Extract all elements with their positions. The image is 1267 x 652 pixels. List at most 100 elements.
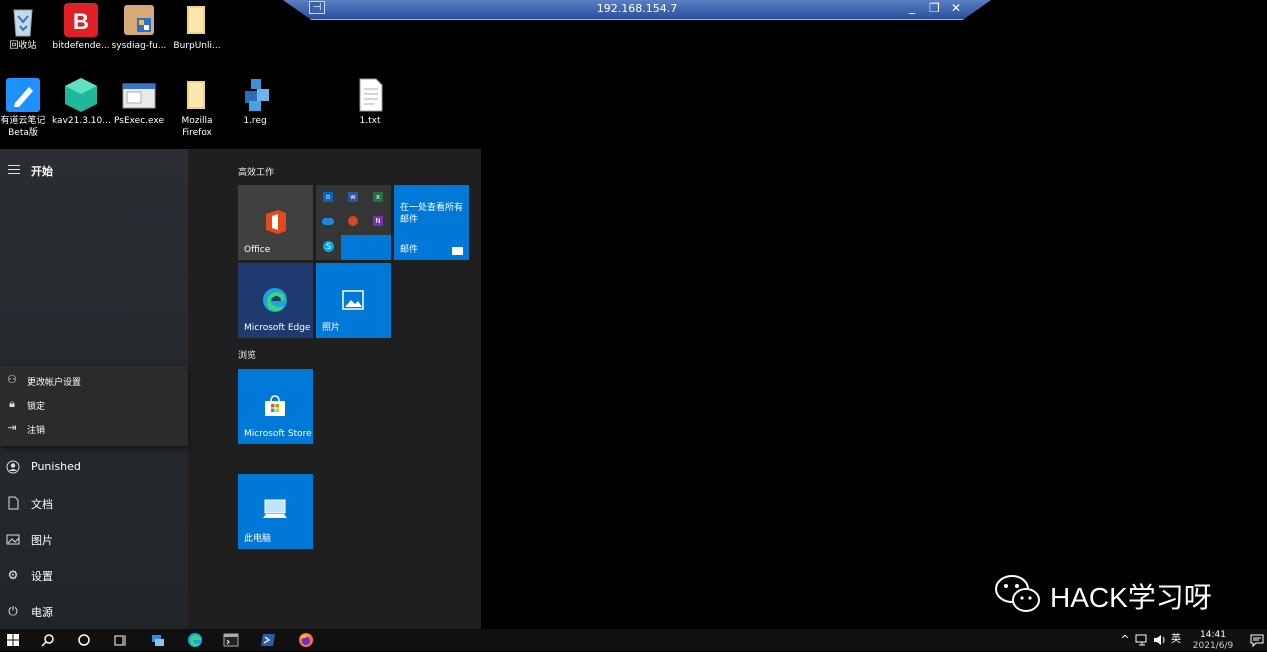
desktop-icon-label: Beta版 [8,128,38,138]
tile-photos[interactable]: 照片 [316,263,391,338]
desktop-icon-label: 回收站 [9,41,37,51]
onenote-icon: N [373,216,383,226]
store-icon [263,395,287,420]
desktop-icon-youdao[interactable]: 有道云笔记 Beta版 [0,77,52,139]
tile-mail[interactable]: 在一处查看所有邮件 邮件 [394,185,469,260]
onedrive-icon [322,218,334,225]
tile-label: 邮件 [400,245,419,255]
watermark: HACK学习呀 [994,572,1234,616]
rail-label: 设置 [31,570,53,583]
desktop-icon-label: 1.txt [359,116,381,126]
desktop-icon-recycle-bin[interactable]: 回收站 [0,2,52,52]
desktop-icon-bitdefender[interactable]: B bitdefende... [52,2,110,52]
note-app-icon [5,77,41,113]
cortana-icon[interactable] [75,632,93,648]
desktop-icon-label: BurpUnli... [173,41,221,51]
rail-item-pictures[interactable]: 图片 [0,524,188,554]
search-icon[interactable] [39,632,57,648]
desktop-icon-label: bitdefende... [52,41,110,51]
input-method[interactable]: 英 [1167,632,1185,648]
desktop-icon-firefox-folder[interactable]: Mozilla Firefox [168,77,226,139]
desktop-icon-label: 有道云笔记 [0,116,46,126]
lock-item[interactable]: 🔒︎ 锁定 [0,394,188,416]
hamburger-icon[interactable] [8,165,20,174]
tile-label: 此电脑 [244,534,272,544]
user-settings-icon: ⚇ [7,373,17,386]
edge-taskbar-icon[interactable] [186,632,204,648]
recycle-bin-icon [5,2,41,38]
tile-label: Microsoft Store [244,429,312,439]
rail-label: 电源 [31,606,53,619]
notification-icon[interactable] [1248,632,1266,648]
account-menu: ⚇ 更改帐户设置 🔒︎ 锁定 ⇥ 注销 [0,366,188,446]
lock-icon: 🔒︎ [9,397,15,410]
powerpoint-icon [348,216,358,226]
desktop-icon-label: 1.reg [243,116,267,126]
computer-icon [262,498,288,523]
desktop-icon-psexec[interactable]: PsExec.exe [110,77,168,127]
mail-message: 在一处查看所有邮件 [400,203,464,225]
registry-icon [237,77,273,113]
firefox-icon[interactable] [297,632,315,648]
tile-label: 照片 [322,323,341,333]
remote-desktop-bar: ⊣ 192.168.154.7 _ ❐ ✕ [283,0,991,20]
sign-out-item[interactable]: ⇥ 注销 [0,418,188,440]
rail-item-power[interactable]: ⏻ 电源 [0,596,188,626]
word-icon: w [348,192,358,202]
avatar [6,460,20,474]
office-icon [264,209,288,238]
rail-label: 图片 [31,534,53,547]
rail-item-settings[interactable]: ⚙ 设置 [0,560,188,590]
folder-icon [179,77,215,113]
powershell-icon[interactable] [259,632,277,648]
tile-office-apps-folder[interactable]: o w x N S [316,185,391,260]
close-button[interactable]: ✕ [951,1,961,15]
task-view-icon[interactable] [111,632,129,648]
tray-expand[interactable]: ^ [1116,632,1134,648]
excel-icon: x [373,192,383,202]
photos-icon [342,290,364,313]
desktop-icon-label: sysdiag-fu... [111,41,167,51]
windows-start-button[interactable] [4,632,22,648]
document-icon [6,496,20,510]
desktop-icon-sysdiag[interactable]: sysdiag-fu... [110,2,168,52]
sign-out-icon: ⇥ [7,421,17,434]
minimize-button[interactable]: _ [909,0,915,14]
volume-icon[interactable] [1150,632,1168,648]
start-header[interactable]: 开始 [0,161,188,179]
mail-icon [452,247,463,255]
user-item[interactable]: Punished [0,452,188,482]
restore-button[interactable]: ❐ [929,1,940,15]
terminal-icon[interactable] [222,632,240,648]
clock-date: 2021/6/9 [1192,641,1234,651]
rail-item-documents[interactable]: 文档 [0,488,188,518]
desktop-icon-kav[interactable]: kav21.3.10... [52,77,111,127]
rail-label: 文档 [31,498,53,511]
desktop-icon-label: kav21.3.10... [52,116,111,126]
svg-text:B: B [73,9,89,34]
desktop-icon-label: Mozilla [181,116,213,126]
start-rail: 开始 ⚇ 更改帐户设置 🔒︎ 锁定 ⇥ 注销 Punished 文档 图片 ⚙ … [0,149,188,629]
desktop-icon-txt[interactable]: 1.txt [341,77,399,127]
picture-icon [6,532,20,546]
start-title: 开始 [31,165,53,178]
menu-label: 注销 [27,426,46,436]
clock[interactable]: 14:41 2021/6/9 [1190,630,1236,652]
desktop-icon-burp[interactable]: BurpUnli... [168,2,226,52]
file-transfer-icon[interactable] [149,632,167,648]
tile-office[interactable]: Office [238,185,313,260]
change-account-settings[interactable]: ⚇ 更改帐户设置 [0,370,188,392]
tile-store[interactable]: Microsoft Store [238,369,313,444]
remote-host-ip: 192.168.154.7 [596,2,678,15]
menu-label: 更改帐户设置 [27,378,82,388]
bitdefender-icon: B [63,2,99,38]
tile-edge[interactable]: Microsoft Edge [238,263,313,338]
tile-this-pc[interactable]: 此电脑 [238,474,313,549]
user-name: Punished [31,460,81,473]
power-icon: ⏻ [8,604,18,618]
wechat-logo [994,574,1042,614]
network-icon[interactable] [1133,632,1151,648]
tile-group-productivity: 高效工作 [238,168,275,178]
gear-icon: ⚙ [7,568,19,582]
desktop-icon-reg[interactable]: 1.reg [226,77,284,127]
